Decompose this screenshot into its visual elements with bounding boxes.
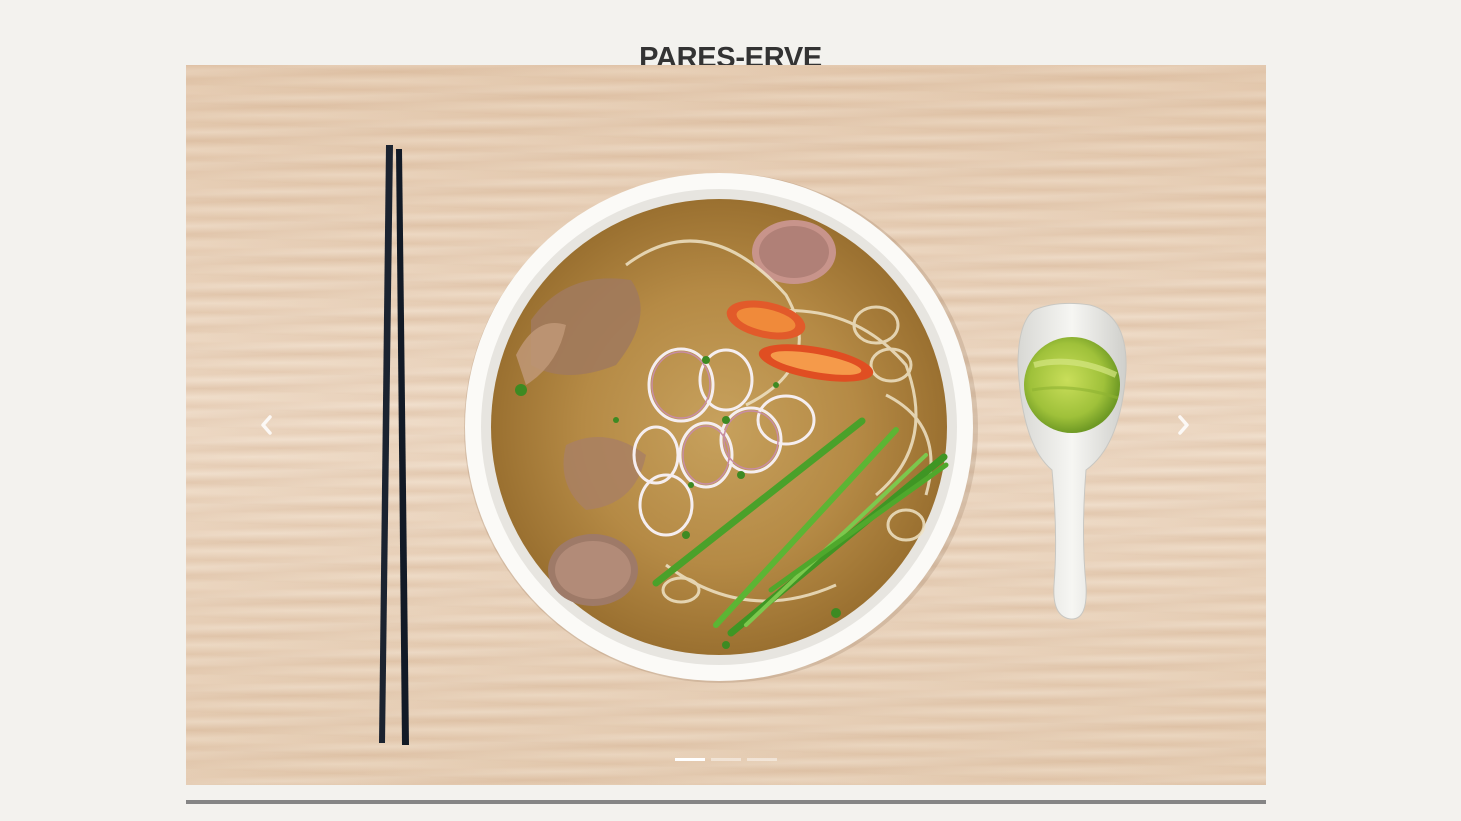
carousel-next-button[interactable]	[1164, 405, 1204, 445]
carousel-indicators	[186, 758, 1266, 761]
hero-carousel	[186, 65, 1266, 785]
carousel-indicator-3[interactable]	[747, 758, 777, 761]
pho-bowl	[464, 173, 978, 683]
chopsticks	[379, 145, 409, 745]
carousel-indicator-1[interactable]	[675, 758, 705, 761]
chevron-right-icon	[1178, 415, 1189, 435]
carousel-indicator-2[interactable]	[711, 758, 741, 761]
carousel-prev-button[interactable]	[246, 405, 286, 445]
section-divider	[186, 800, 1266, 804]
chevron-left-icon	[261, 415, 272, 435]
pho-bowl-photo	[379, 145, 1127, 745]
spoon-with-lime	[1017, 302, 1127, 620]
